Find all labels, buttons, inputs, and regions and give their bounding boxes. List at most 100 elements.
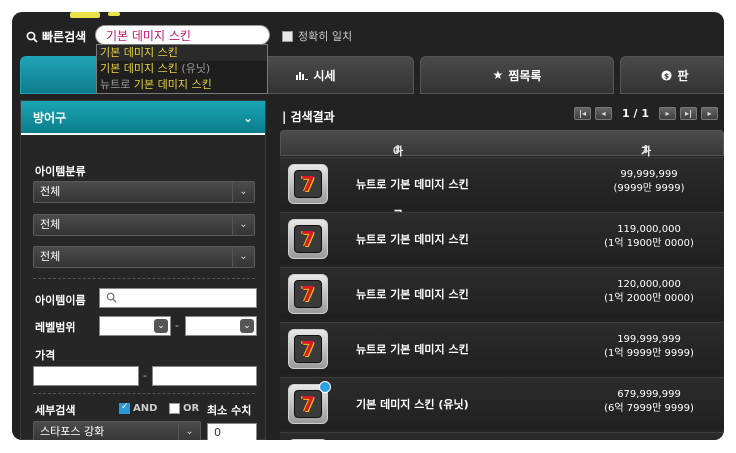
min-value-input[interactable]: 0 — [207, 423, 257, 440]
price-korean: (6억 7999만 9999) — [604, 403, 694, 414]
prev-page-button[interactable]: ◂ — [595, 107, 612, 120]
search-icon — [106, 292, 117, 303]
select-value: 스타포스 강화 — [40, 425, 105, 438]
item-name: 기본 데미지 스킨 (유닛) — [356, 398, 469, 411]
item-class-select-2[interactable]: 전체 ⌄ — [33, 214, 255, 236]
chevron-down-icon: ⌄ — [242, 111, 253, 125]
chevron-down-icon: ⌄ — [154, 319, 168, 333]
tab-wishlist[interactable]: ★ 찜목록 — [420, 56, 614, 94]
select-value: 전체 — [40, 218, 61, 231]
min-value-label: 최소 수치 — [207, 404, 252, 417]
item-price: 679,999,999 (6억 7999만 9999) — [584, 388, 714, 416]
damage-skin-icon: 7 — [288, 164, 328, 204]
price-value: 199,999,999 — [617, 334, 681, 345]
item-name: 뉴트로 기본 데미지 스킨 — [356, 233, 469, 246]
results-panel: | 검색결과 |◂ ◂ 1 / 1 ▸ ▸| ▸ 아이템 이름 ⇕ 가격 ⇕ 7… — [276, 100, 724, 440]
table-row[interactable] — [280, 432, 724, 440]
chevron-down-icon: ⌄ — [232, 182, 254, 202]
chevron-down-icon: ⌄ — [178, 422, 200, 440]
item-price: 120,000,000 (1억 2000만 0000) — [584, 278, 714, 306]
tab-label: 판 — [677, 68, 689, 83]
price-korean: (1억 2000만 0000) — [604, 293, 694, 304]
or-checkbox[interactable] — [169, 403, 180, 414]
table-row[interactable]: 7 뉴트로 기본 데미지 스킨 199,999,999 (1억 9999만 999… — [280, 322, 724, 374]
item-price: 199,999,999 (1억 9999만 9999) — [584, 333, 714, 361]
table-row[interactable]: 7 뉴트로 기본 데미지 스킨 119,000,000 (1억 1900만 000… — [280, 212, 724, 264]
damage-skin-icon: 7 — [288, 274, 328, 314]
table-row[interactable]: 7 기본 데미지 스킨 (유닛) 679,999,999 (6억 7999만 99… — [280, 377, 724, 429]
price-value: 119,000,000 — [617, 224, 681, 235]
results-title: | 검색결과 — [282, 110, 335, 124]
level-max-select[interactable]: ⌄ — [185, 316, 257, 336]
last-page-button[interactable]: ▸| — [680, 107, 697, 120]
autocomplete-item-prefix: 뉴트로 — [100, 78, 134, 91]
price-min-input[interactable] — [33, 366, 139, 386]
chevron-down-icon: ⌄ — [232, 247, 254, 267]
page-indicator: 1 / 1 — [622, 107, 649, 120]
logo-accent — [108, 12, 120, 16]
autocomplete-item-text: 기본 데미지 스킨 — [100, 46, 178, 59]
price-max-input[interactable] — [152, 366, 257, 386]
pagination: |◂ ◂ 1 / 1 ▸ ▸| ▸ — [574, 107, 718, 120]
damage-skin-icon: 7 — [288, 381, 331, 424]
table-row[interactable]: 7 뉴트로 기본 데미지 스킨 99,999,999 (9999만 9999) — [280, 157, 724, 209]
item-name: 뉴트로 기본 데미지 스킨 — [356, 288, 469, 301]
level-min-select[interactable]: ⌄ — [99, 316, 171, 336]
quick-search-input[interactable]: 기본 데미지 스킨 — [95, 25, 270, 45]
app-window: 빠른검색 기본 데미지 스킨 정확히 일치 기본 데미지 스킨 기본 데미지 스… — [12, 12, 724, 440]
tab-label: 시세 — [313, 68, 336, 83]
chevron-down-icon: ⌄ — [232, 215, 254, 235]
coin-icon: $ — [661, 69, 673, 81]
select-value: 전체 — [40, 185, 61, 198]
price-korean: (9999만 9999) — [613, 183, 685, 194]
search-icon — [26, 31, 38, 43]
detail-option-select[interactable]: 스타포스 강화 ⌄ — [33, 421, 201, 440]
page-total: 1 — [641, 107, 649, 120]
or-toggle[interactable]: OR — [169, 403, 199, 414]
item-name: 뉴트로 기본 데미지 스킨 — [356, 343, 469, 356]
autocomplete-item[interactable]: 기본 데미지 스킨 — [97, 45, 267, 61]
bar-chart-icon — [296, 72, 309, 80]
price-value: 120,000,000 — [617, 279, 681, 290]
tab-sell[interactable]: $ 판 — [620, 56, 724, 94]
autocomplete-item[interactable]: 기본 데미지 스킨 (유닛) — [97, 61, 267, 77]
level-range-label: 레벨범위 — [35, 321, 76, 334]
table-row[interactable]: 7 뉴트로 기본 데미지 스킨 120,000,000 (1억 2000만 000… — [280, 267, 724, 319]
tab-label: 찜목록 — [508, 68, 542, 83]
next-page-button[interactable]: ▸ — [659, 107, 676, 120]
sort-icon: ⇕ — [641, 143, 651, 156]
item-class-select-1[interactable]: 전체 ⌄ — [33, 181, 255, 203]
and-checkbox[interactable] — [119, 402, 130, 414]
range-dash: - — [143, 369, 147, 382]
item-price: 119,000,000 (1억 1900만 0000) — [584, 223, 714, 251]
results-title-text: 검색결과 — [290, 110, 335, 124]
and-toggle[interactable]: AND — [119, 402, 158, 414]
divider — [33, 393, 255, 394]
star-icon: ★ — [492, 68, 504, 82]
or-label: OR — [183, 403, 200, 414]
page-extra-button[interactable]: ▸ — [701, 107, 718, 120]
autocomplete-item[interactable]: 뉴트로 기본 데미지 스킨 — [97, 77, 267, 93]
item-name-label: 아이템이름 — [35, 294, 86, 307]
price-value: 679,999,999 — [617, 389, 681, 400]
item-name-input[interactable] — [99, 288, 257, 308]
logo — [70, 12, 100, 18]
detail-search-label: 세부검색 — [35, 404, 76, 417]
item-name: 뉴트로 기본 데미지 스킨 — [356, 178, 469, 191]
range-dash: - — [175, 319, 179, 332]
chevron-down-icon: ⌄ — [240, 319, 254, 333]
quick-search-text: 빠른검색 — [42, 30, 87, 44]
category-title: 방어구 — [33, 111, 67, 125]
first-page-button[interactable]: |◂ — [574, 107, 591, 120]
unit-badge-icon — [319, 381, 331, 393]
damage-skin-icon: 7 — [288, 219, 328, 259]
exact-match-checkbox[interactable] — [282, 30, 293, 42]
exact-match-toggle[interactable]: 정확히 일치 — [282, 28, 352, 44]
and-label: AND — [133, 403, 158, 414]
price-value: 99,999,999 — [620, 169, 678, 180]
item-class-select-3[interactable]: 전체 ⌄ — [33, 246, 255, 268]
autocomplete-item-suffix: (유닛) — [177, 62, 211, 75]
results-header: 아이템 이름 ⇕ 가격 ⇕ — [280, 130, 724, 222]
price-korean: (1억 9999만 9999) — [604, 348, 694, 359]
category-dropdown[interactable]: 방어구 ⌄ — [21, 101, 265, 135]
